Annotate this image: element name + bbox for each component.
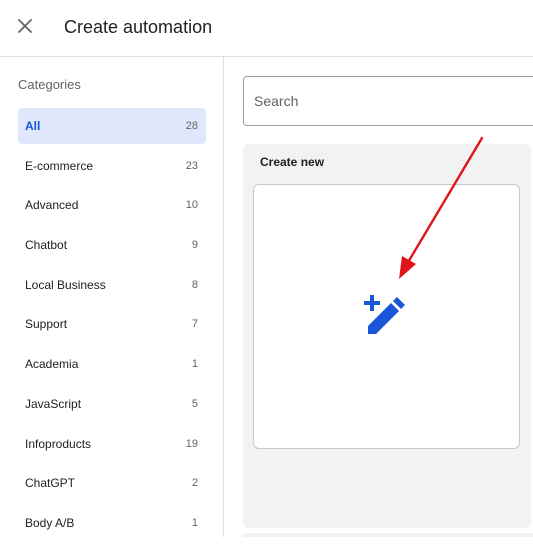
category-count: 19 (185, 437, 198, 450)
close-icon (18, 19, 32, 33)
category-count: 10 (185, 199, 198, 212)
category-count: 23 (185, 159, 198, 172)
category-item-javascript[interactable]: JavaScript 5 (18, 386, 206, 422)
category-label: Chatbot (25, 238, 68, 253)
category-label: Academia (25, 357, 79, 372)
create-new-card[interactable] (253, 184, 520, 449)
category-label: Support (25, 317, 68, 332)
category-label: E-commerce (25, 158, 94, 173)
category-label: Local Business (25, 277, 106, 292)
category-count: 1 (191, 358, 198, 371)
create-new-section: Create new (243, 144, 531, 528)
category-label: Advanced (25, 198, 79, 213)
section-title: Create new (260, 155, 325, 169)
category-count: 9 (191, 239, 198, 252)
category-label: All (25, 119, 41, 133)
category-item-academia[interactable]: Academia 1 (18, 346, 206, 382)
search-field[interactable] (243, 76, 533, 126)
category-item-advanced[interactable]: Advanced 10 (18, 187, 206, 223)
categories-sidebar: Categories All 28 E-commerce 23 Advanced… (0, 57, 224, 537)
edit-add-icon (364, 295, 405, 334)
category-item-all[interactable]: All 28 (18, 108, 206, 144)
category-count: 5 (191, 397, 198, 410)
category-item-chatgpt[interactable]: ChatGPT 2 (18, 465, 206, 501)
next-card-edge (243, 533, 533, 537)
category-item-local-business[interactable]: Local Business 8 (18, 267, 206, 303)
search-input[interactable] (244, 77, 533, 125)
category-list: All 28 E-commerce 23 Advanced 10 Chatbot… (18, 108, 206, 545)
category-item-body-ab[interactable]: Body A/B 1 (18, 505, 206, 541)
category-count: 7 (191, 318, 198, 331)
category-count: 28 (185, 120, 198, 132)
category-item-chatbot[interactable]: Chatbot 9 (18, 227, 206, 263)
page-title: Create automation (64, 17, 213, 37)
category-count: 8 (191, 278, 198, 291)
category-item-infoproducts[interactable]: Infoproducts 19 (18, 426, 206, 462)
close-button[interactable] (13, 14, 37, 38)
dialog-header: Create automation (0, 0, 533, 57)
category-count: 2 (191, 477, 198, 490)
category-label: ChatGPT (25, 476, 76, 491)
categories-heading: Categories (18, 77, 81, 92)
category-item-support[interactable]: Support 7 (18, 306, 206, 342)
category-item-e-commerce[interactable]: E-commerce 23 (18, 148, 206, 184)
category-label: JavaScript (25, 396, 82, 411)
category-count: 1 (191, 516, 198, 529)
category-label: Body A/B (25, 515, 75, 530)
category-label: Infoproducts (25, 436, 92, 451)
